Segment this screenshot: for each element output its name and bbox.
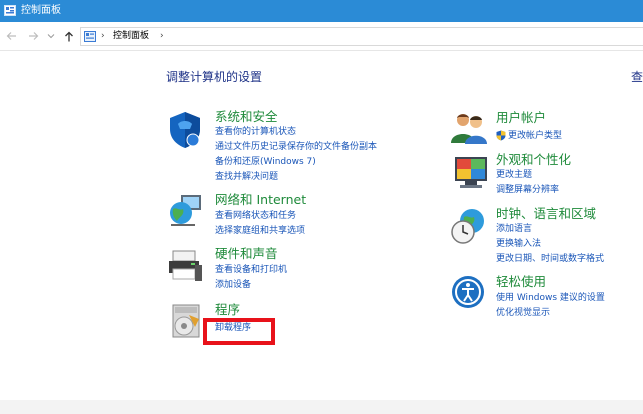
category-clock-region-title[interactable]: 时钟、语言和区域: [496, 207, 596, 221]
category-ease-of-access-title[interactable]: 轻松使用: [496, 275, 546, 289]
link-devices-printers[interactable]: 查看设备和打印机: [215, 265, 287, 276]
control-panel-icon: [4, 5, 16, 16]
highlight-box: [203, 318, 275, 345]
uac-shield-icon: [496, 130, 506, 144]
link-homegroup-sharing[interactable]: 选择家庭组和共享选项: [215, 226, 305, 237]
back-arrow-icon[interactable]: [5, 30, 17, 42]
link-windows-suggested-settings[interactable]: 使用 Windows 建议的设置: [496, 293, 605, 304]
page-heading: 调整计算机的设置: [166, 70, 263, 84]
clock-globe-icon[interactable]: [451, 207, 487, 248]
link-file-history-backup[interactable]: 通过文件历史记录保存你的文件备份副本: [215, 142, 377, 153]
control-panel-icon: [84, 31, 96, 42]
link-troubleshoot[interactable]: 查找并解决问题: [215, 172, 278, 183]
appearance-monitor-icon[interactable]: [451, 153, 489, 194]
navigation-bar: › 控制面板 ›: [0, 22, 643, 51]
category-appearance-title[interactable]: 外观和个性化: [496, 153, 571, 167]
link-change-input-method[interactable]: 更换输入法: [496, 239, 541, 250]
category-system-security-title[interactable]: 系统和安全: [215, 110, 278, 124]
title-bar: 控制面板: [0, 0, 643, 22]
address-bar[interactable]: › 控制面板 ›: [80, 27, 643, 46]
link-screen-resolution[interactable]: 调整屏幕分辨率: [496, 185, 559, 196]
breadcrumb-chevron-icon: ›: [101, 31, 105, 41]
link-view-computer-status[interactable]: 查看你的计算机状态: [215, 127, 296, 138]
network-globe-icon[interactable]: [167, 193, 203, 232]
ease-of-access-icon[interactable]: [451, 275, 485, 312]
forward-arrow-icon[interactable]: [27, 30, 39, 42]
link-add-language[interactable]: 添加语言: [496, 224, 532, 235]
breadcrumb-chevron-icon[interactable]: ›: [160, 31, 164, 41]
link-backup-restore[interactable]: 备份和还原(Windows 7): [215, 157, 316, 168]
window-title: 控制面板: [21, 5, 61, 16]
category-user-accounts-title[interactable]: 用户帐户: [496, 111, 546, 125]
link-add-device[interactable]: 添加设备: [215, 280, 251, 291]
printer-speaker-icon[interactable]: [167, 247, 203, 286]
programs-disc-icon[interactable]: [167, 301, 203, 344]
view-by-label[interactable]: 查: [631, 68, 643, 85]
link-network-status[interactable]: 查看网络状态和任务: [215, 211, 296, 222]
link-optimize-visual-display[interactable]: 优化视觉显示: [496, 308, 550, 319]
link-change-date-time-format[interactable]: 更改日期、时间或数字格式: [496, 254, 604, 265]
category-hardware-sound-title[interactable]: 硬件和声音: [215, 247, 278, 261]
up-arrow-icon[interactable]: [63, 30, 75, 42]
user-accounts-icon[interactable]: [451, 111, 487, 148]
link-change-theme[interactable]: 更改主题: [496, 170, 532, 181]
link-change-account-type[interactable]: 更改帐户类型: [508, 131, 562, 142]
shield-icon[interactable]: [167, 110, 203, 153]
breadcrumb-control-panel[interactable]: 控制面板: [113, 31, 149, 42]
category-network-title[interactable]: 网络和 Internet: [215, 193, 306, 207]
bottom-edge: [0, 400, 643, 414]
recent-locations-icon[interactable]: [45, 30, 57, 42]
category-programs-title[interactable]: 程序: [215, 303, 240, 317]
